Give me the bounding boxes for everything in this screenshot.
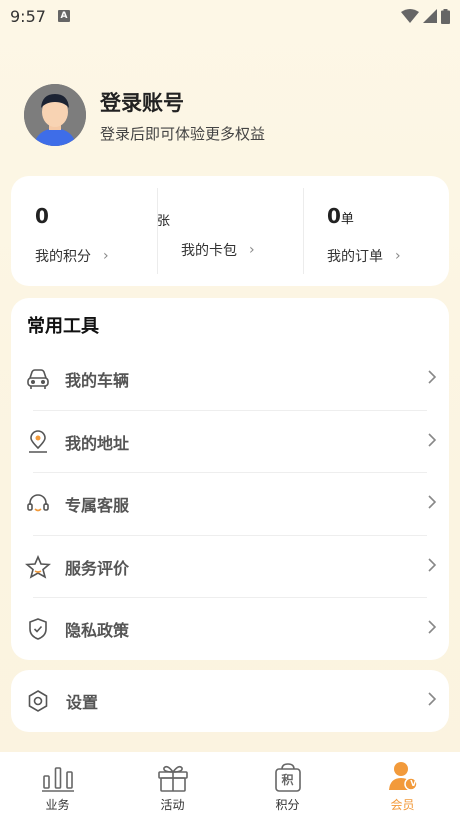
signal-icon [423, 9, 437, 23]
tab-label: 会员 [390, 798, 415, 812]
stat-label: 我的卡包 [181, 243, 237, 259]
gear-icon [25, 688, 51, 714]
tool-row-service-review[interactable]: 服务评价 [11, 536, 449, 598]
stat-cards[interactable]: 张 我的卡包 › [157, 176, 303, 286]
member-icon: V [386, 760, 420, 792]
tab-member[interactable]: V 会员 [345, 752, 460, 817]
points-bag-icon: 积 [271, 760, 305, 792]
gift-icon [156, 760, 190, 792]
tool-label: 隐私政策 [65, 621, 130, 640]
shield-icon [25, 616, 51, 642]
login-title[interactable]: 登录账号 [100, 87, 265, 117]
status-icons [401, 8, 450, 24]
tool-label: 我的车辆 [65, 371, 130, 390]
chevron-right-icon: › [395, 248, 401, 264]
notification-icon: A [57, 10, 70, 22]
tab-label: 积分 [275, 798, 300, 812]
location-icon [25, 429, 51, 455]
tool-label: 我的地址 [65, 434, 130, 453]
tools-card: 常用工具 我的车辆 我的地址 专属客服 服务评价 隐私政策 [11, 298, 449, 660]
chevron-right-icon [427, 494, 437, 514]
wifi-icon [401, 9, 419, 23]
headset-icon [25, 491, 51, 517]
chevron-right-icon [427, 432, 437, 452]
settings-row[interactable]: 设置 [11, 670, 449, 732]
tab-label: 业务 [45, 798, 70, 812]
stats-card: 0 我的积分 › 张 我的卡包 › 0单 我的订单 › [11, 176, 449, 286]
star-icon [25, 554, 51, 580]
chevron-right-icon: › [103, 248, 109, 264]
profile-header[interactable]: 登录账号 登录后即可体验更多权益 [24, 84, 265, 146]
status-time: 9:57 [10, 6, 46, 26]
tool-row-my-address[interactable]: 我的地址 [11, 411, 449, 473]
tab-business[interactable]: 业务 [0, 752, 115, 817]
bar-chart-icon [41, 760, 75, 792]
chevron-right-icon [427, 369, 437, 389]
chevron-right-icon [427, 619, 437, 639]
tab-label: 活动 [160, 798, 185, 812]
avatar-illustration [24, 84, 86, 146]
tools-title: 常用工具 [27, 316, 99, 337]
stat-points[interactable]: 0 我的积分 › [11, 176, 157, 286]
stat-value: 0 [35, 204, 49, 228]
battery-icon [441, 8, 450, 24]
avatar[interactable] [24, 84, 86, 146]
login-subtitle: 登录后即可体验更多权益 [100, 124, 266, 143]
tab-activity[interactable]: 活动 [115, 752, 230, 817]
tool-row-privacy-policy[interactable]: 隐私政策 [11, 598, 449, 660]
stat-label: 我的订单 [327, 249, 383, 265]
stat-orders[interactable]: 0单 我的订单 › [303, 176, 449, 286]
tab-points[interactable]: 积 积分 [230, 752, 345, 817]
stat-label: 我的积分 [35, 249, 91, 265]
chevron-right-icon [427, 691, 437, 711]
settings-label: 设置 [66, 693, 99, 712]
stat-value: 张 [157, 214, 171, 229]
tool-row-customer-service[interactable]: 专属客服 [11, 473, 449, 535]
tool-label: 服务评价 [65, 559, 130, 578]
member-badge: V [410, 779, 417, 788]
bottom-tab-bar: 业务 活动 积 积分 V 会员 [0, 752, 460, 817]
tool-label: 专属客服 [65, 496, 130, 515]
tool-row-my-vehicle[interactable]: 我的车辆 [11, 348, 449, 410]
status-bar: 9:57 A [0, 0, 460, 32]
points-glyph: 积 [281, 773, 294, 787]
car-icon [25, 366, 51, 392]
stat-value: 0单 [327, 204, 354, 228]
chevron-right-icon [427, 557, 437, 577]
chevron-right-icon: › [249, 242, 255, 258]
